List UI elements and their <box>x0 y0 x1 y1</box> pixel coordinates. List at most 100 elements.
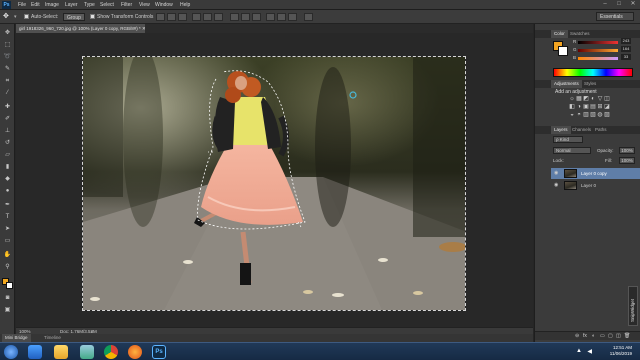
tab-timeline[interactable]: Timeline <box>44 334 61 342</box>
selective-color-icon[interactable]: ▧ <box>590 112 596 118</box>
distribute-hcenter-icon[interactable] <box>277 13 286 21</box>
color-bg-swatch[interactable] <box>558 46 568 56</box>
menu-filter[interactable]: Filter <box>121 0 132 10</box>
eyedropper-tool-icon[interactable]: ⁄ <box>3 89 12 97</box>
shape-tool-icon[interactable]: ▭ <box>3 237 12 245</box>
eraser-tool-icon[interactable]: ▱ <box>3 151 12 159</box>
align-right-icon[interactable] <box>214 13 223 21</box>
show-transform-checkbox[interactable]: Show Transform Controls <box>90 13 153 21</box>
firefox-icon[interactable] <box>128 345 142 359</box>
network-icon[interactable]: ▲ <box>576 348 582 354</box>
history-brush-tool-icon[interactable]: ↺ <box>3 139 12 147</box>
layer-kind-filter[interactable]: ρ Kind <box>553 136 583 143</box>
hdr-toning-icon[interactable]: ▨ <box>604 112 610 118</box>
channel-mixer-icon[interactable]: ▤ <box>590 104 596 110</box>
move-tool-icon[interactable]: ✥ <box>3 29 12 37</box>
menu-help[interactable]: Help <box>180 0 190 10</box>
exposure-icon[interactable]: ◐ <box>590 96 596 102</box>
threshold-icon[interactable]: ◓ <box>576 112 582 118</box>
curves-icon[interactable]: ◩ <box>583 96 589 102</box>
green-value[interactable]: 164 <box>621 46 631 52</box>
posterize-icon[interactable]: ◒ <box>569 112 575 118</box>
levels-icon[interactable]: ▦ <box>576 96 582 102</box>
auto-align-icon[interactable] <box>304 13 313 21</box>
menu-select[interactable]: Select <box>100 0 114 10</box>
align-top-icon[interactable] <box>156 13 165 21</box>
distribute-left-icon[interactable] <box>266 13 275 21</box>
document-tab[interactable]: girl 1918326_960_720.jpg @ 100% (Layer 0… <box>16 24 145 33</box>
new-layer-icon[interactable]: ◫ <box>616 333 621 339</box>
adjustment-layer-icon[interactable]: ◐ <box>592 333 595 339</box>
layer-name[interactable]: Layer 0 <box>581 180 596 191</box>
chrome-icon[interactable] <box>104 345 118 359</box>
tool-preset-dropdown[interactable]: ▾ <box>14 13 17 21</box>
new-group-icon[interactable]: ▢ <box>608 333 613 339</box>
vibrance-icon[interactable]: ▽ <box>597 96 603 102</box>
align-bottom-icon[interactable] <box>178 13 187 21</box>
color-balance-icon[interactable]: ◧ <box>569 104 575 110</box>
menu-window[interactable]: Window <box>155 0 173 10</box>
visibility-eye-icon[interactable]: ◉ <box>554 171 559 176</box>
align-hcenter-icon[interactable] <box>203 13 212 21</box>
hue-sat-icon[interactable]: ◫ <box>604 96 610 102</box>
menu-view[interactable]: View <box>139 0 150 10</box>
crop-tool-icon[interactable]: ⌗ <box>3 77 12 85</box>
volume-icon[interactable]: ◀ <box>587 348 592 355</box>
auto-select-dropdown[interactable]: Group <box>63 13 85 21</box>
type-tool-icon[interactable]: T <box>3 213 12 221</box>
color-lookup-icon[interactable]: ⊞ <box>597 104 603 110</box>
blend-mode-dropdown[interactable]: Normal <box>553 147 591 154</box>
layer-row-layer-0-copy[interactable]: ◉ Layer 0 copy <box>551 168 640 179</box>
layer-style-icon[interactable]: fx <box>583 333 587 339</box>
brush-tool-icon[interactable]: ✐ <box>3 115 12 123</box>
folder-icon[interactable] <box>54 345 68 359</box>
snip-widget[interactable]: SnipWidget <box>628 286 638 326</box>
start-button-icon[interactable] <box>4 345 18 359</box>
black-white-icon[interactable]: ◑ <box>576 104 582 110</box>
maximize-button[interactable]: □ <box>612 0 626 9</box>
trash-icon[interactable]: 🗑 <box>624 333 630 339</box>
distribute-right-icon[interactable] <box>288 13 297 21</box>
tab-layers[interactable]: Layers <box>551 126 571 134</box>
link-layers-icon[interactable]: ⊖ <box>575 333 579 339</box>
layer-mask-icon[interactable]: ▭ <box>600 333 605 339</box>
healing-brush-tool-icon[interactable]: ✚ <box>3 103 12 111</box>
zoom-tool-icon[interactable]: ⚲ <box>3 263 12 271</box>
pen-tool-icon[interactable]: ✒ <box>3 201 12 209</box>
background-color-swatch[interactable] <box>6 282 13 289</box>
gradient-map-icon[interactable]: ▥ <box>583 112 589 118</box>
distribute-top-icon[interactable] <box>230 13 239 21</box>
blue-value[interactable]: 33 <box>621 54 631 60</box>
blur-tool-icon[interactable]: ◆ <box>3 175 12 183</box>
color-spectrum-bar[interactable] <box>553 68 633 77</box>
media-icon[interactable] <box>80 345 94 359</box>
red-slider[interactable]: R 243 <box>573 38 631 44</box>
invert-icon[interactable]: ◪ <box>604 104 610 110</box>
photoshop-taskbar-icon[interactable]: Ps <box>152 345 166 359</box>
move-tool-icon[interactable]: ✥ <box>3 13 9 21</box>
auto-select-checkbox[interactable]: Auto-Select: <box>24 13 58 21</box>
layer-name[interactable]: Layer 0 copy <box>581 168 607 179</box>
layer-row-layer-0[interactable]: ◉ Layer 0 <box>551 180 640 191</box>
green-slider[interactable]: G 164 <box>573 46 631 52</box>
workspace-switcher[interactable]: Essentials <box>596 12 634 21</box>
tab-paths[interactable]: Paths <box>592 126 610 134</box>
marquee-tool-icon[interactable]: ⬚ <box>3 41 12 49</box>
tab-channels[interactable]: Channels <box>569 126 594 134</box>
menu-edit[interactable]: Edit <box>31 0 40 10</box>
brightness-icon[interactable]: ☼ <box>569 96 575 102</box>
fill-input[interactable]: 100% <box>619 157 635 164</box>
quick-mask-icon[interactable]: ◙ <box>3 294 12 302</box>
align-left-icon[interactable] <box>192 13 201 21</box>
distribute-vcenter-icon[interactable] <box>241 13 250 21</box>
opacity-input[interactable]: 100% <box>619 147 635 154</box>
menu-layer[interactable]: Layer <box>65 0 78 10</box>
hand-tool-icon[interactable]: ✋ <box>3 251 12 259</box>
menu-type[interactable]: Type <box>84 0 95 10</box>
red-value[interactable]: 243 <box>621 38 631 44</box>
lasso-tool-icon[interactable]: ➰ <box>3 53 12 61</box>
dodge-tool-icon[interactable]: ● <box>3 187 12 195</box>
screen-mode-icon[interactable]: ▣ <box>3 306 12 314</box>
shadows-icon[interactable]: ◍ <box>597 112 603 118</box>
menu-image[interactable]: Image <box>45 0 59 10</box>
